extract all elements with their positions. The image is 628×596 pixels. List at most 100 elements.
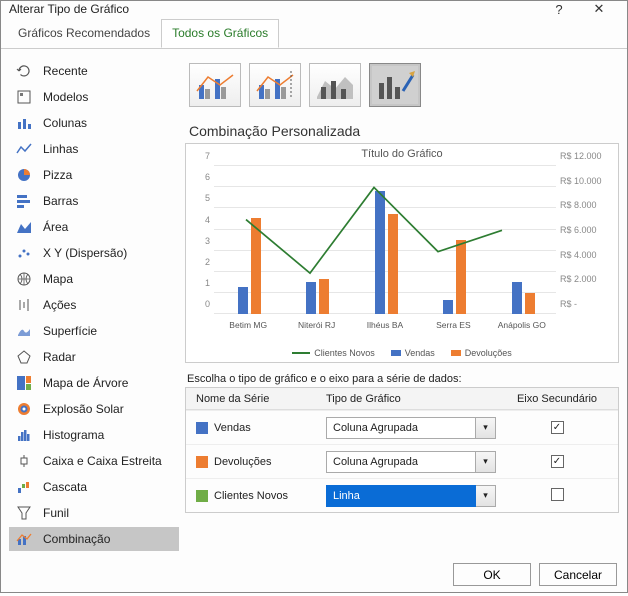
swatch-icon xyxy=(196,490,208,502)
series-head: Nome da Série Tipo de Gráfico Eixo Secun… xyxy=(186,388,618,410)
sidebar-item-recent[interactable]: Recente xyxy=(9,59,179,83)
series-row-dev: Devoluções Coluna Agrupada▾ ✓ xyxy=(186,444,618,478)
box-icon xyxy=(15,453,33,469)
sidebar-item-boxwhisker[interactable]: Caixa e Caixa Estreita xyxy=(9,449,179,473)
sidebar-label: X Y (Dispersão) xyxy=(43,246,127,260)
surface-icon xyxy=(15,323,33,339)
swatch-icon xyxy=(196,422,208,434)
sidebar-item-combo[interactable]: Combinação xyxy=(9,527,179,551)
sidebar-item-stock[interactable]: Ações xyxy=(9,293,179,317)
chevron-down-icon: ▾ xyxy=(476,485,496,507)
subtype-combo-2[interactable] xyxy=(249,63,301,107)
recent-icon xyxy=(15,63,33,79)
secondary-axis-checkbox[interactable]: ✓ xyxy=(551,421,564,434)
series-table: Nome da Série Tipo de Gráfico Eixo Secun… xyxy=(185,387,619,513)
waterfall-icon xyxy=(15,479,33,495)
section-title: Combinação Personalizada xyxy=(189,123,619,139)
sidebar-item-sunburst[interactable]: Explosão Solar xyxy=(9,397,179,421)
stock-icon xyxy=(15,297,33,313)
window-title: Alterar Tipo de Gráfico xyxy=(9,2,539,16)
sidebar-label: Explosão Solar xyxy=(43,402,124,416)
chart-preview: Título do Gráfico 0R$ - 1R$ 2.000 2R$ 4.… xyxy=(185,143,619,363)
sidebar-item-line[interactable]: Linhas xyxy=(9,137,179,161)
xcat-1: Niterói RJ xyxy=(298,320,335,330)
sidebar-item-column[interactable]: Colunas xyxy=(9,111,179,135)
help-button[interactable]: ? xyxy=(539,2,579,17)
sidebar-label: Histograma xyxy=(43,428,104,442)
series-type-dropdown[interactable]: Coluna Agrupada▾ xyxy=(326,451,496,473)
line-swatch-icon xyxy=(292,352,310,354)
sidebar-item-treemap[interactable]: Mapa de Árvore xyxy=(9,371,179,395)
sidebar-item-scatter[interactable]: X Y (Dispersão) xyxy=(9,241,179,265)
sidebar-label: Pizza xyxy=(43,168,72,182)
globe-icon xyxy=(15,271,33,287)
combo-icon xyxy=(15,531,33,547)
subtype-combo-1[interactable] xyxy=(189,63,241,107)
subtype-combo-custom[interactable] xyxy=(369,63,421,107)
line-series xyxy=(214,166,556,314)
sidebar-label: Cascata xyxy=(43,480,87,494)
sidebar-item-bar[interactable]: Barras xyxy=(9,189,179,213)
sidebar-item-area[interactable]: Área xyxy=(9,215,179,239)
dialog-change-chart-type: Alterar Tipo de Gráfico ? ✕ Gráficos Rec… xyxy=(0,0,628,593)
col-head-name: Nome da Série xyxy=(186,393,326,405)
cancel-button[interactable]: Cancelar xyxy=(539,563,617,586)
sidebar-label: Barras xyxy=(43,194,78,208)
sidebar-label: Funil xyxy=(43,506,69,520)
xcat-4: Anápolis GO xyxy=(498,320,546,330)
sidebar-label: Recente xyxy=(43,64,88,78)
sidebar-item-templates[interactable]: Modelos xyxy=(9,85,179,109)
sidebar-label: Radar xyxy=(43,350,76,364)
subtype-combo-3[interactable] xyxy=(309,63,361,107)
sidebar-item-map[interactable]: Mapa xyxy=(9,267,179,291)
series-name: Vendas xyxy=(214,422,251,434)
dialog-footer: OK Cancelar xyxy=(1,555,627,596)
subtype-row xyxy=(185,59,619,119)
swatch-icon xyxy=(391,350,401,356)
main-panel: Combinação Personalizada Título do Gráfi… xyxy=(185,59,619,551)
line-icon xyxy=(15,141,33,157)
column-icon xyxy=(15,115,33,131)
sidebar-item-surface[interactable]: Superfície xyxy=(9,319,179,343)
chart-title: Título do Gráfico xyxy=(186,144,618,164)
series-name: Devoluções xyxy=(214,456,271,468)
legend-vendas: Vendas xyxy=(391,348,435,358)
dialog-body: Recente Modelos Colunas Linhas Pizza Bar… xyxy=(1,49,627,555)
col-head-type: Tipo de Gráfico xyxy=(326,393,496,405)
tab-recommended[interactable]: Gráficos Recomendados xyxy=(7,19,161,48)
sidebar-item-radar[interactable]: Radar xyxy=(9,345,179,369)
sidebar-label: Área xyxy=(43,220,68,234)
series-type-dropdown[interactable]: Linha▾ xyxy=(326,485,496,507)
close-button[interactable]: ✕ xyxy=(579,1,619,17)
sidebar-label: Ações xyxy=(43,298,76,312)
sidebar-label: Mapa xyxy=(43,272,73,286)
series-row-clientes: Clientes Novos Linha▾ xyxy=(186,478,618,512)
legend-dev: Devoluções xyxy=(451,348,512,358)
sunburst-icon xyxy=(15,401,33,417)
legend-clientes: Clientes Novos xyxy=(292,348,375,358)
swatch-icon xyxy=(196,456,208,468)
sidebar-label: Mapa de Árvore xyxy=(43,376,128,390)
series-instruction: Escolha o tipo de gráfico e o eixo para … xyxy=(187,373,619,385)
chart-plot-area: 0R$ - 1R$ 2.000 2R$ 4.000 3R$ 6.000 4R$ … xyxy=(214,166,556,314)
scatter-icon xyxy=(15,245,33,261)
sidebar-item-waterfall[interactable]: Cascata xyxy=(9,475,179,499)
chart-type-sidebar: Recente Modelos Colunas Linhas Pizza Bar… xyxy=(9,59,179,551)
histogram-icon xyxy=(15,427,33,443)
sidebar-label: Caixa e Caixa Estreita xyxy=(43,454,162,468)
area-icon xyxy=(15,219,33,235)
xcat-2: Ilhéus BA xyxy=(367,320,403,330)
series-type-dropdown[interactable]: Coluna Agrupada▾ xyxy=(326,417,496,439)
ok-button[interactable]: OK xyxy=(453,563,531,586)
xcat-3: Serra ES xyxy=(436,320,471,330)
pie-icon xyxy=(15,167,33,183)
secondary-axis-checkbox[interactable] xyxy=(551,488,564,501)
sidebar-label: Combinação xyxy=(43,532,110,546)
sidebar-item-pie[interactable]: Pizza xyxy=(9,163,179,187)
secondary-axis-checkbox[interactable]: ✓ xyxy=(551,455,564,468)
series-row-vendas: Vendas Coluna Agrupada▾ ✓ xyxy=(186,410,618,444)
sidebar-item-funnel[interactable]: Funil xyxy=(9,501,179,525)
radar-icon xyxy=(15,349,33,365)
sidebar-item-histogram[interactable]: Histograma xyxy=(9,423,179,447)
tab-all-charts[interactable]: Todos os Gráficos xyxy=(161,19,279,48)
